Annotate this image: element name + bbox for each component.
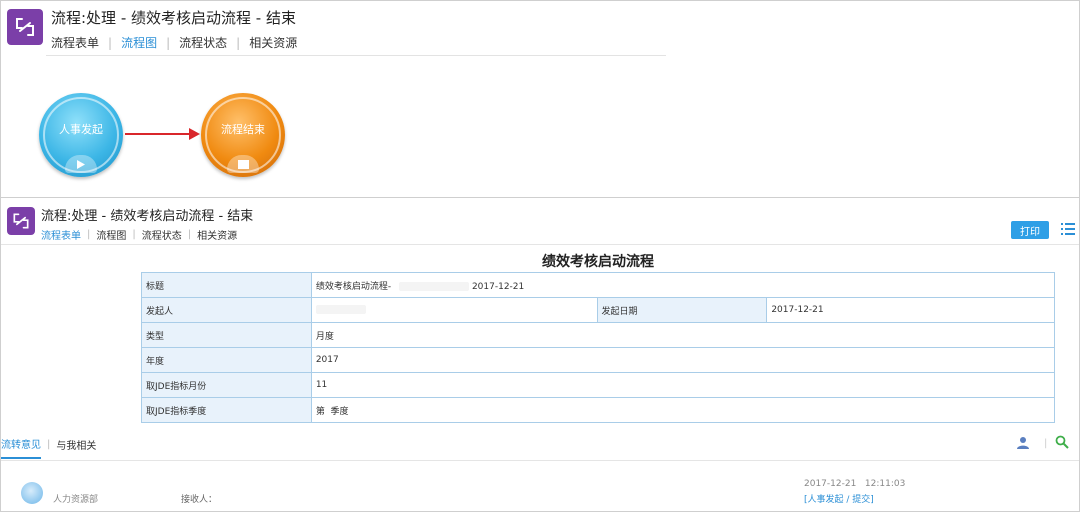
tab-form[interactable]: 流程表单 xyxy=(51,34,99,51)
year-value: 2017 xyxy=(310,347,1056,373)
tab-flow-status[interactable]: 流程状态 xyxy=(179,34,227,51)
form-heading: 绩效考核启动流程 xyxy=(542,254,654,270)
title-value: 绩效考核启动流程- 2017-12-21 xyxy=(310,272,1056,298)
flow-form-panel: 流程:处理 - 绩效考核启动流程 - 结束 流程表单 | 流程图 | 流程状态 … xyxy=(0,198,1080,512)
workflow-app-icon xyxy=(7,207,35,235)
table-row: 取JDE指标月份 11 xyxy=(141,372,1056,398)
tab-related-to-me[interactable]: 与我相关 xyxy=(56,437,96,458)
field-label: 类型 xyxy=(141,322,312,348)
list-menu-icon[interactable] xyxy=(1061,223,1075,235)
receiver-label: 接收人： xyxy=(181,495,218,505)
flow-arrow xyxy=(125,128,200,140)
tab-separator: | xyxy=(47,439,51,450)
play-icon xyxy=(65,155,97,173)
tab-flow-diagram[interactable]: 流程图 xyxy=(96,227,126,242)
opinion-action-link[interactable]: [人事发起 / 提交] xyxy=(804,492,874,505)
field-label: 发起日期 xyxy=(596,297,768,323)
date-value: 2017-12-21 xyxy=(766,297,1055,323)
tab-separator: | xyxy=(132,229,136,240)
table-row: 发起人 发起日期 2017-12-21 xyxy=(141,297,1055,323)
form-table: 标题 绩效考核启动流程- 2017-12-21 发起人 发起日期 2017-12… xyxy=(141,272,1056,423)
field-label: 年度 xyxy=(141,347,312,373)
table-row: 取JDE指标季度 第 季度 xyxy=(141,397,1056,423)
tab-flow-diagram[interactable]: 流程图 xyxy=(121,34,157,51)
tab-separator: | xyxy=(87,229,91,240)
title-date: 2017-12-21 xyxy=(471,281,525,292)
field-label: 标题 xyxy=(141,272,312,298)
flow-diagram-panel: 流程:处理 - 绩效考核启动流程 - 结束 流程表单 | 流程图 | 流程状态 … xyxy=(0,0,1080,198)
user-filter-icon[interactable] xyxy=(1016,436,1030,450)
divider xyxy=(1,244,1079,245)
tab-flow-opinions[interactable]: 流转意见 xyxy=(1,436,41,459)
page-title: 流程:处理 - 绩效考核启动流程 - 结束 xyxy=(41,209,254,224)
tab-separator: | xyxy=(108,35,113,50)
avatar xyxy=(21,482,43,504)
page-title: 流程:处理 - 绩效考核启动流程 - 结束 xyxy=(51,9,296,27)
divider xyxy=(1,460,1079,461)
tab-related-resources[interactable]: 相关资源 xyxy=(249,34,297,51)
redacted-text xyxy=(315,305,366,314)
tab-separator: | xyxy=(187,229,192,240)
workflow-app-icon xyxy=(7,9,43,45)
type-value: 月度 xyxy=(310,322,1056,348)
tab-form[interactable]: 流程表单 xyxy=(41,227,81,242)
opinion-tab-bar: 流转意见 | 与我相关 xyxy=(1,436,96,459)
tab-separator: | xyxy=(166,35,171,50)
flow-node-start-label: 人事发起 xyxy=(59,123,103,136)
bottom-tab-bar: 流程表单 | 流程图 | 流程状态 | 相关资源 xyxy=(41,227,237,242)
divider: | xyxy=(1044,438,1048,449)
opinion-timestamp: 2017-12-21 12:11:03 xyxy=(804,479,906,489)
print-button[interactable]: 打印 xyxy=(1011,221,1049,239)
search-icon[interactable] xyxy=(1055,435,1069,449)
field-label: 取JDE指标季度 xyxy=(141,397,312,423)
month-value: 11 xyxy=(310,372,1056,398)
field-label: 取JDE指标月份 xyxy=(141,372,312,398)
table-row: 类型 月度 xyxy=(141,322,1056,348)
title-text: 绩效考核启动流程- xyxy=(315,281,392,292)
flow-node-end-label: 流程结束 xyxy=(221,123,265,136)
stop-icon xyxy=(227,155,259,173)
flow-node-start[interactable]: 人事发起 xyxy=(39,93,123,177)
field-label: 发起人 xyxy=(141,297,312,323)
table-row: 标题 绩效考核启动流程- 2017-12-21 xyxy=(141,272,1056,298)
redacted-text xyxy=(399,281,470,291)
top-tab-bar: 流程表单 | 流程图 | 流程状态 | 相关资源 xyxy=(51,34,297,51)
quarter-value: 第 季度 xyxy=(310,397,1056,423)
tab-flow-status[interactable]: 流程状态 xyxy=(142,227,182,242)
tab-separator: | xyxy=(236,35,241,50)
flow-node-end[interactable]: 流程结束 xyxy=(201,93,285,177)
divider xyxy=(46,55,666,56)
opinion-department: 人力资源部 xyxy=(53,495,99,505)
tab-related-resources[interactable]: 相关资源 xyxy=(197,227,237,242)
initiator-value xyxy=(310,297,598,323)
table-row: 年度 2017 xyxy=(141,347,1056,373)
